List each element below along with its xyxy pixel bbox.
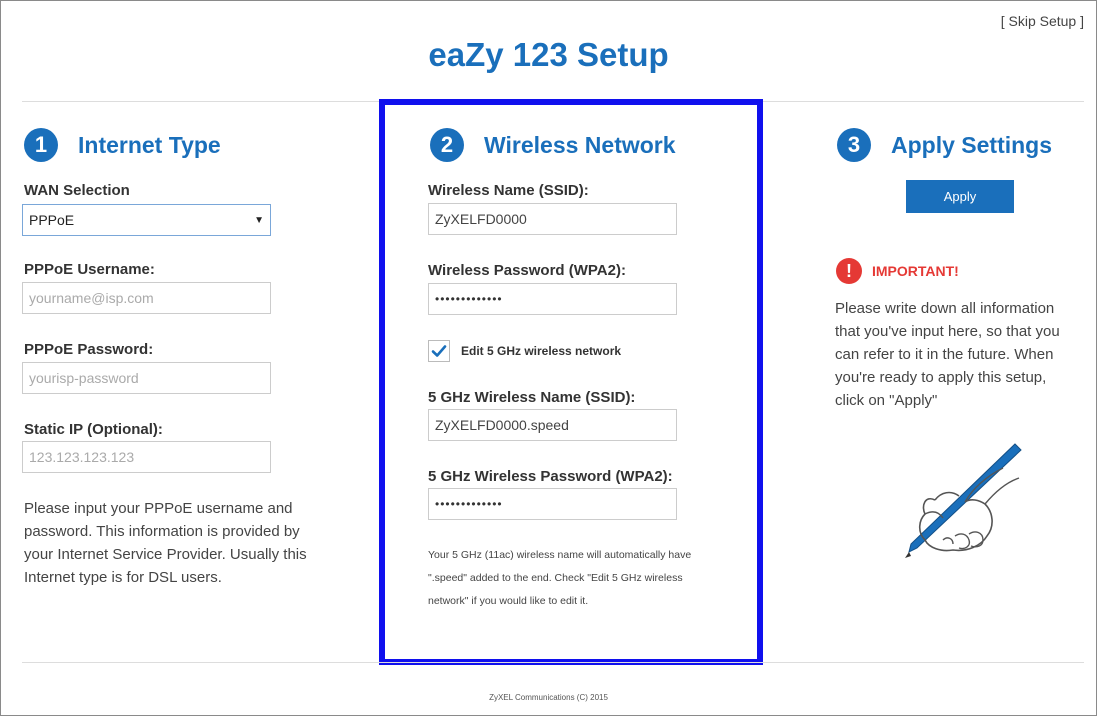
- bottom-divider: [22, 662, 1084, 663]
- help-line: password. This information is provided b…: [24, 523, 300, 540]
- wireless5-password-value: •••••••••••••: [435, 497, 503, 511]
- info-line: you're ready to apply this setup,: [835, 369, 1047, 386]
- pppoe-username-placeholder: yourname@isp.com: [29, 290, 154, 306]
- pppoe-password-label: PPPoE Password:: [24, 341, 154, 358]
- info-line: click on "Apply": [835, 392, 938, 409]
- exclamation-icon: !: [836, 258, 862, 284]
- wireless5-password-input[interactable]: •••••••••••••: [428, 488, 677, 520]
- wireless-name-input[interactable]: ZyXELFD0000: [428, 203, 677, 235]
- step2-header: 2 Wireless Network: [430, 120, 676, 170]
- info-line: Please write down all information: [835, 300, 1055, 317]
- wan-selection-dropdown[interactable]: PPPoE ▼: [22, 204, 271, 236]
- note-line: Your 5 GHz (11ac) wireless name will aut…: [428, 549, 692, 561]
- step3-title: Apply Settings: [891, 131, 1053, 158]
- step1-header: 1 Internet Type: [24, 120, 221, 170]
- wireless-name-value: ZyXELFD0000: [435, 211, 527, 227]
- pppoe-password-input[interactable]: yourisp-password: [22, 362, 271, 394]
- help-line: Internet type is for DSL users.: [24, 569, 222, 586]
- checkmark-icon: [431, 345, 447, 357]
- wireless5-password-label: 5 GHz Wireless Password (WPA2):: [428, 468, 673, 485]
- footer-copyright: ZyXEL Communications (C) 2015: [489, 693, 608, 702]
- edit-5ghz-checkbox[interactable]: [428, 340, 450, 362]
- note-line: network" if you would like to edit it.: [428, 595, 589, 607]
- pppoe-username-label: PPPoE Username:: [24, 261, 155, 278]
- apply-button[interactable]: Apply: [906, 180, 1014, 213]
- info-line: can refer to it in the future. When: [835, 346, 1054, 363]
- wireless5-name-value: ZyXELFD0000.speed: [435, 417, 569, 433]
- pppoe-username-input[interactable]: yourname@isp.com: [22, 282, 271, 314]
- wan-selection-label: WAN Selection: [24, 182, 130, 199]
- step2-title: Wireless Network: [484, 131, 676, 158]
- dropdown-arrow-icon: ▼: [254, 214, 264, 226]
- wireless-password-input[interactable]: •••••••••••••: [428, 283, 677, 315]
- wireless-password-label: Wireless Password (WPA2):: [428, 262, 626, 279]
- hand-writing-icon: [905, 443, 1022, 558]
- note-line: ".speed" added to the end. Check "Edit 5…: [428, 572, 683, 584]
- wireless-name-label: Wireless Name (SSID):: [428, 182, 589, 199]
- edit-5ghz-label[interactable]: Edit 5 GHz wireless network: [461, 344, 621, 358]
- important-label: IMPORTANT!: [872, 263, 959, 279]
- wireless5-name-label: 5 GHz Wireless Name (SSID):: [428, 389, 636, 406]
- static-ip-input[interactable]: 123.123.123.123: [22, 441, 271, 473]
- help-line: Please input your PPPoE username and: [24, 500, 293, 517]
- wan-selection-value: PPPoE: [29, 212, 75, 228]
- wireless5-name-input[interactable]: ZyXELFD0000.speed: [428, 409, 677, 441]
- step2-number-badge: 2: [430, 128, 464, 162]
- static-ip-placeholder: 123.123.123.123: [29, 449, 135, 465]
- step3-info-text: Please write down all information that y…: [835, 297, 1085, 412]
- pppoe-password-placeholder: yourisp-password: [29, 370, 139, 386]
- wireless-password-value: •••••••••••••: [435, 292, 503, 306]
- step3-number-badge: 3: [837, 128, 871, 162]
- skip-setup-link[interactable]: [ Skip Setup ]: [1001, 13, 1084, 29]
- step3-header: 3 Apply Settings: [837, 120, 1052, 170]
- page-title: eaZy 123 Setup: [428, 36, 669, 73]
- step1-number-badge: 1: [24, 128, 58, 162]
- step1-title: Internet Type: [78, 131, 221, 158]
- static-ip-label: Static IP (Optional):: [24, 421, 163, 438]
- help-line: your Internet Service Provider. Usually …: [24, 546, 307, 563]
- wireless-note: Your 5 GHz (11ac) wireless name will aut…: [428, 544, 748, 613]
- step1-help-text: Please input your PPPoE username and pas…: [24, 497, 364, 589]
- info-line: that you've input here, so that you: [835, 323, 1060, 340]
